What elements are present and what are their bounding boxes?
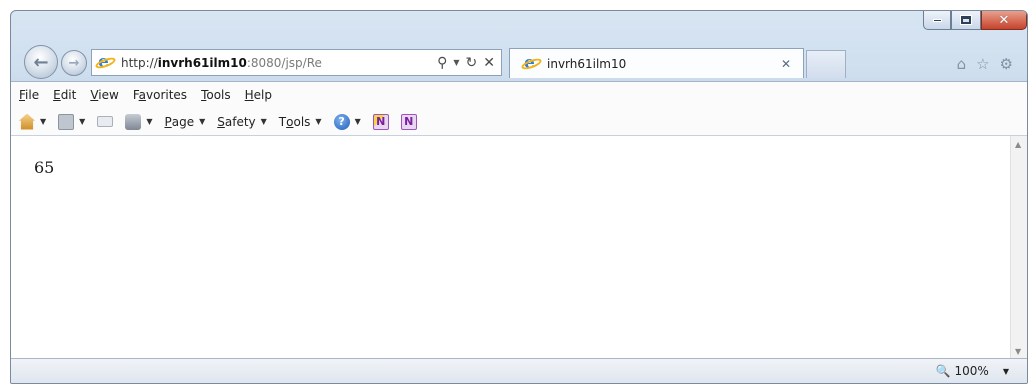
- onenote-send-icon: N: [372, 113, 389, 130]
- url-host: invrh61ilm10: [157, 55, 247, 70]
- maximize-icon: [960, 15, 972, 25]
- feed-icon: [58, 113, 75, 130]
- scroll-down-icon[interactable]: ▼: [1015, 347, 1021, 356]
- safety-menu[interactable]: Safety ▼: [217, 115, 267, 129]
- print-icon: [125, 113, 142, 130]
- chevron-down-icon: ▼: [260, 117, 267, 126]
- send-to-onenote-button[interactable]: N: [372, 113, 389, 130]
- chevron-down-icon: ▼: [199, 117, 206, 126]
- chevron-down-icon: ▼: [146, 117, 153, 126]
- page-content: 65 ▲ ▼: [11, 135, 1027, 360]
- tab-ie-logo-icon: e: [520, 53, 543, 73]
- tab-title: invrh61ilm10: [547, 56, 627, 71]
- read-mail-command[interactable]: [97, 116, 114, 127]
- tools-menu[interactable]: To ols ▼: [279, 115, 322, 129]
- chevron-down-icon: ▼: [315, 117, 322, 126]
- feeds-command[interactable]: ▼: [58, 113, 86, 130]
- address-bar[interactable]: e http://invrh61ilm10:8080/jsp/Re ⚲ ▼ ↻ …: [91, 49, 502, 76]
- onenote-icon: N: [400, 113, 417, 130]
- menu-view[interactable]: View: [90, 88, 118, 102]
- zoom-icon: 🔍: [935, 364, 951, 378]
- tab-active[interactable]: e invrh61ilm10 ✕: [509, 48, 804, 78]
- chevron-down-icon: ▼: [79, 117, 86, 126]
- home-icon[interactable]: ⌂: [957, 55, 967, 73]
- zoom-level: 100%: [954, 364, 989, 378]
- vertical-scrollbar[interactable]: ▲ ▼: [1010, 136, 1027, 360]
- stop-icon[interactable]: ✕: [483, 55, 495, 71]
- tab-close-icon[interactable]: ✕: [781, 57, 791, 71]
- onenote-linked-notes-button[interactable]: N: [400, 113, 417, 130]
- menu-favorites[interactable]: Favorites: [133, 88, 187, 102]
- back-arrow-icon: ←: [33, 51, 49, 73]
- url-rest: :8080/jsp/Re: [246, 55, 322, 70]
- chevron-down-icon: ▼: [40, 117, 47, 126]
- menu-bar: File Edit View Favorites Tools Help: [11, 81, 1027, 108]
- scroll-up-icon[interactable]: ▲: [1015, 140, 1021, 149]
- back-button[interactable]: ←: [24, 45, 58, 79]
- help-menu[interactable]: ? ▼: [333, 113, 361, 130]
- print-command[interactable]: ▼: [125, 113, 153, 130]
- close-icon: ✕: [998, 12, 1010, 28]
- menu-edit[interactable]: Edit: [53, 88, 76, 102]
- tools-gear-icon[interactable]: ⚙: [1000, 55, 1013, 73]
- caption-buttons: ✕: [923, 11, 1027, 31]
- zoom-control[interactable]: 🔍 100% ▼: [936, 364, 1009, 378]
- help-icon: ?: [333, 113, 350, 130]
- chevron-down-icon: ▼: [1002, 366, 1009, 376]
- search-icon[interactable]: ⚲: [437, 55, 447, 71]
- home-command[interactable]: ▼: [19, 113, 47, 130]
- ie-logo-icon: e: [94, 52, 117, 72]
- forward-button[interactable]: →: [61, 50, 87, 76]
- minimize-button[interactable]: [923, 11, 951, 30]
- browser-right-icons: ⌂ ☆ ⚙: [957, 55, 1013, 73]
- menu-tools[interactable]: Tools: [201, 88, 231, 102]
- minimize-icon: [932, 18, 942, 22]
- browser-window: ✕ ← → e http://invrh61ilm10:8080/jsp/Re …: [10, 10, 1028, 384]
- maximize-button[interactable]: [951, 11, 981, 30]
- menu-file[interactable]: File: [19, 88, 39, 102]
- command-bar: ▼ ▼ ▼ Page ▼ Safety ▼ To ols ▼ ? ▼ N N: [11, 108, 1027, 135]
- home-icon: [19, 113, 35, 130]
- chevron-down-icon: ▼: [354, 117, 361, 126]
- address-actions: ⚲ ▼ ↻ ✕: [437, 55, 501, 71]
- url-scheme: http://: [121, 55, 158, 70]
- forward-arrow-icon: →: [68, 55, 80, 71]
- page-menu[interactable]: Page ▼: [164, 115, 205, 129]
- menu-help[interactable]: Help: [245, 88, 272, 102]
- close-window-button[interactable]: ✕: [981, 11, 1027, 30]
- refresh-icon[interactable]: ↻: [466, 55, 478, 71]
- address-url[interactable]: http://invrh61ilm10:8080/jsp/Re: [121, 56, 359, 70]
- navigation-bar: ← → e http://invrh61ilm10:8080/jsp/Re ⚲ …: [11, 41, 1027, 81]
- status-bar: 🔍 100% ▼: [11, 358, 1027, 383]
- address-dropdown-icon[interactable]: ▼: [453, 58, 459, 67]
- mail-icon: [97, 116, 114, 127]
- page-body-text: 65: [34, 158, 55, 177]
- favorites-star-icon[interactable]: ☆: [976, 55, 989, 73]
- new-tab-button[interactable]: [806, 50, 846, 78]
